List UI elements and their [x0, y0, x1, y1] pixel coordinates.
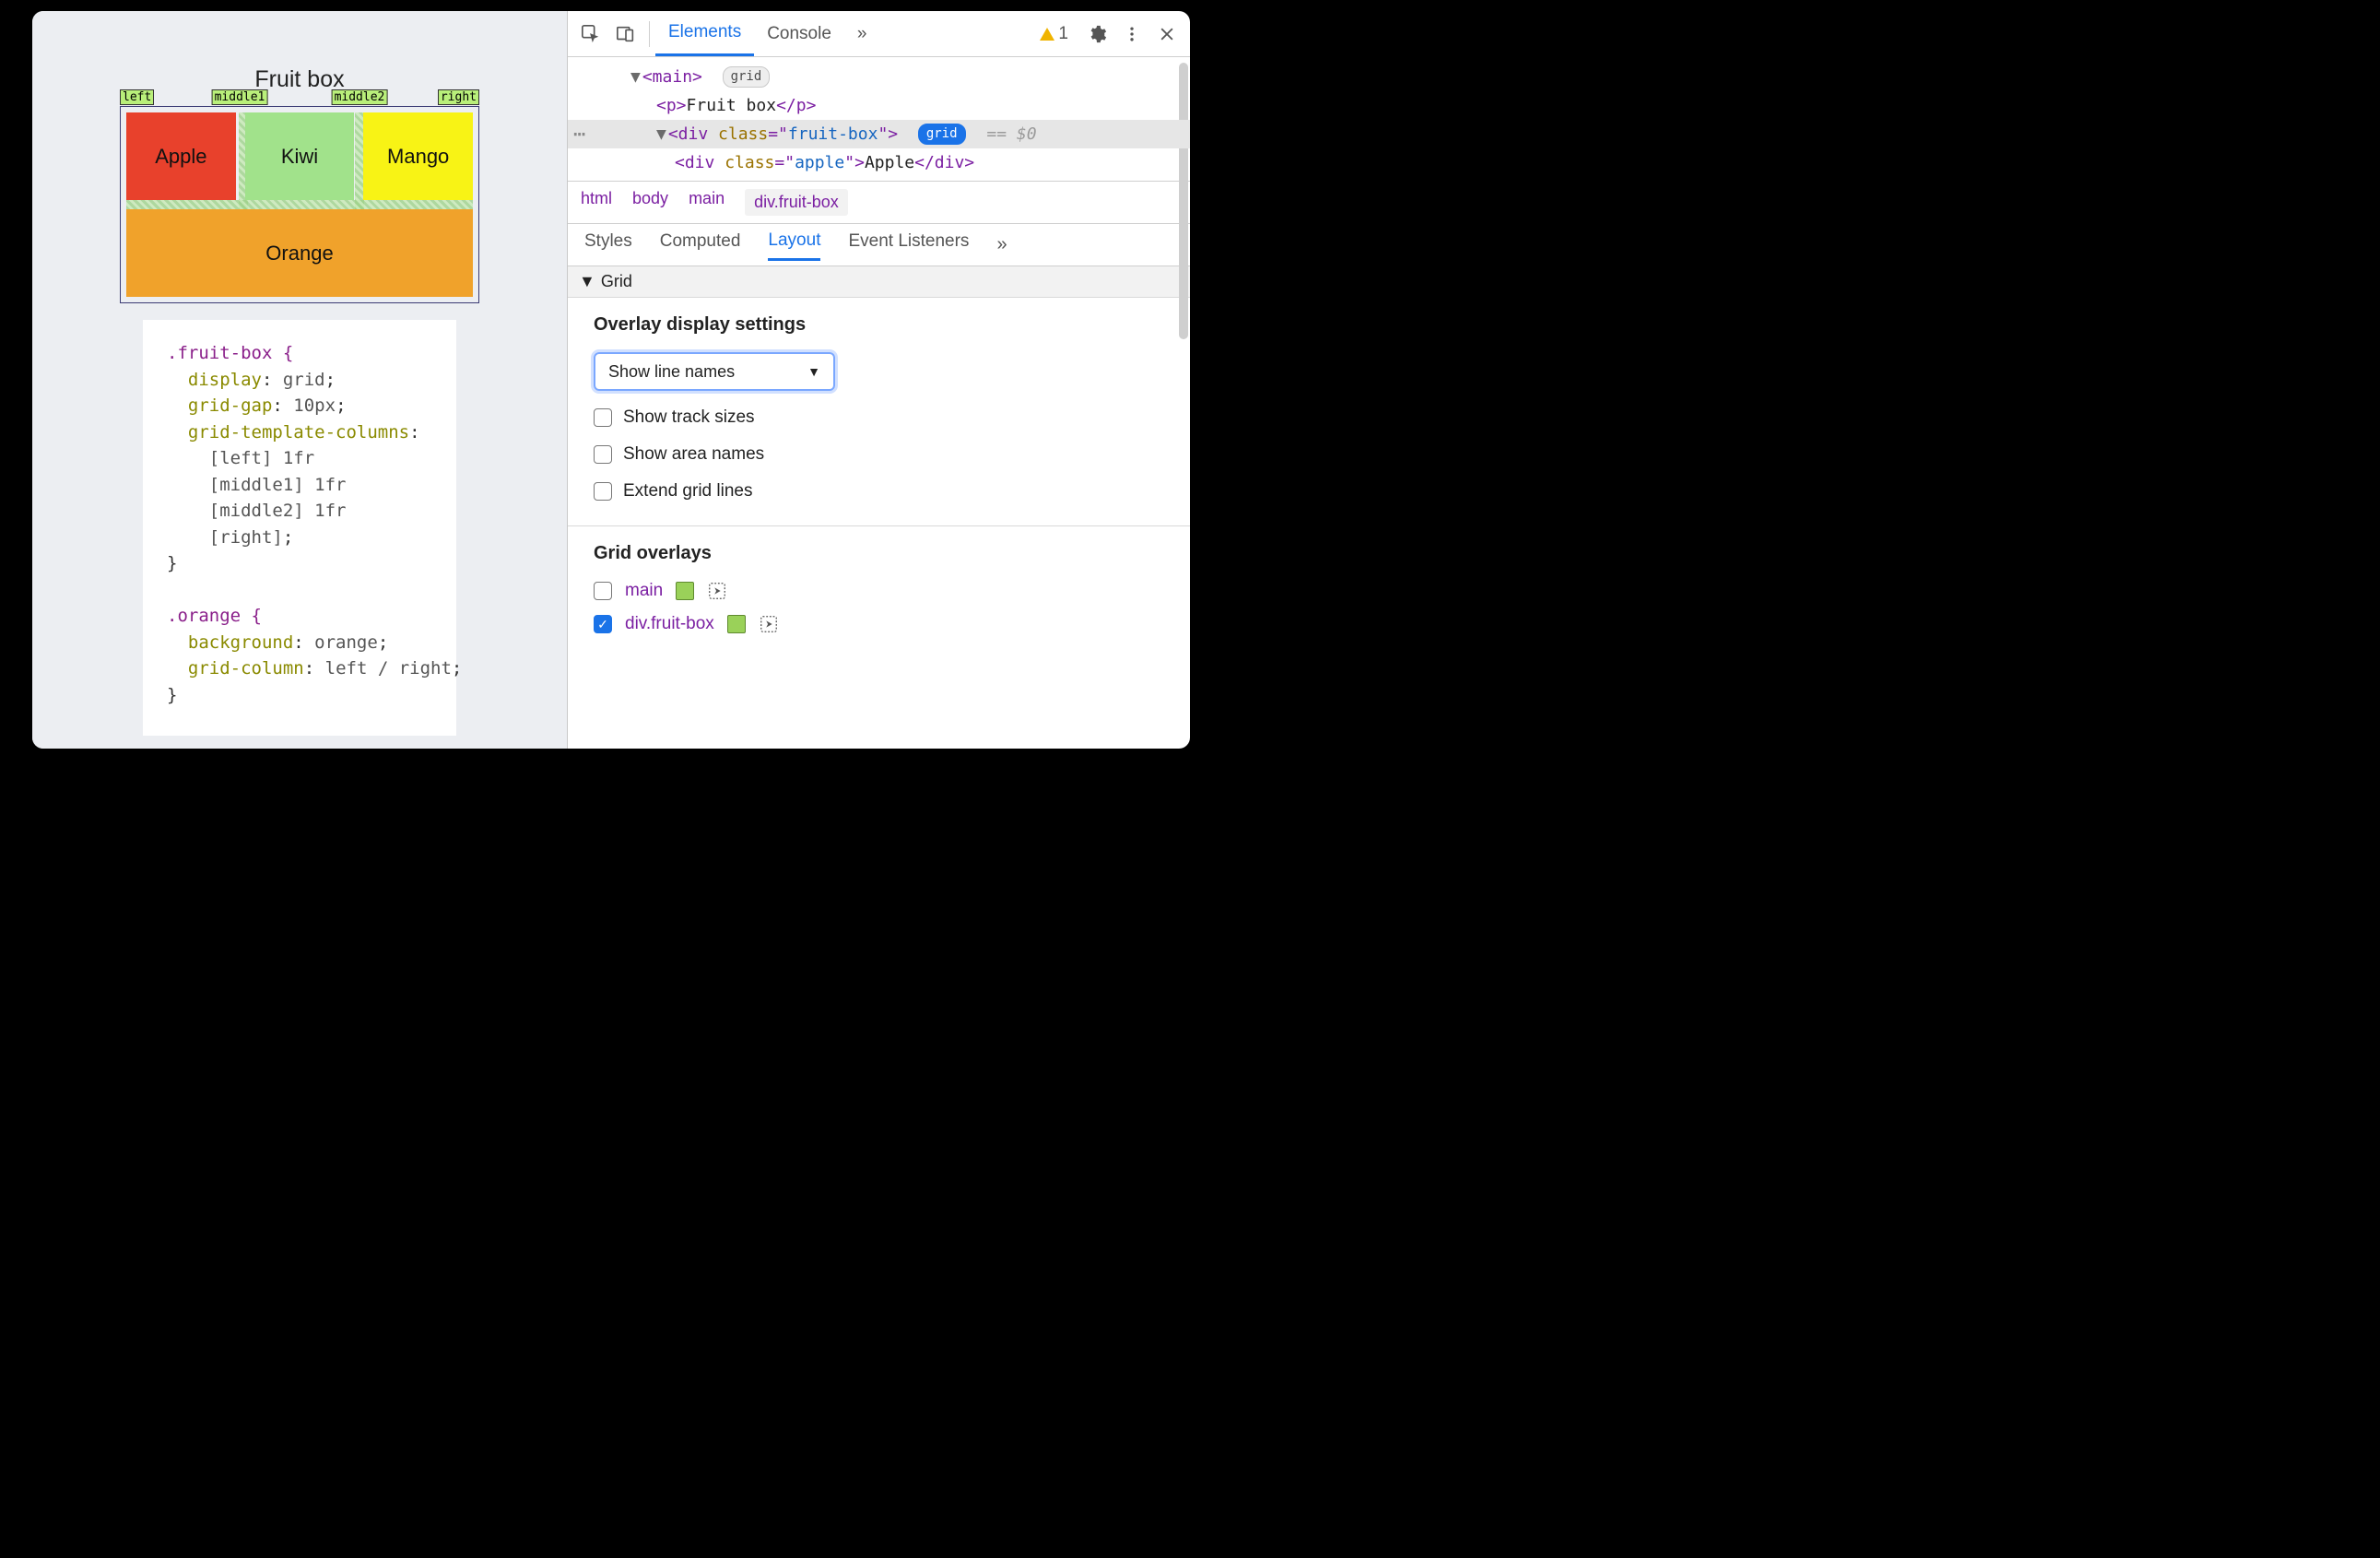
grid-line-names: left middle1 middle2 right [120, 89, 479, 106]
color-swatch[interactable] [727, 615, 746, 633]
checkbox-show-area-names[interactable]: Show area names [594, 444, 1164, 465]
page-preview: Fruit box left middle1 middle2 right App… [32, 11, 567, 749]
styles-subtabs: Styles Computed Layout Event Listeners » [568, 224, 1190, 266]
subtab-computed[interactable]: Computed [660, 231, 741, 259]
checkbox-label: Show area names [623, 444, 764, 465]
section-grid-header[interactable]: ▼ Grid [568, 266, 1190, 298]
line-name-left: left [120, 89, 154, 105]
overlay-display-settings: Overlay display settings Show line names… [568, 298, 1190, 526]
crumb-body[interactable]: body [632, 189, 668, 216]
overlay-checkbox-main[interactable] [594, 582, 612, 600]
grid-badge-active[interactable]: grid [918, 124, 966, 145]
warnings-badge[interactable]: 1 [1040, 24, 1068, 44]
overlay-checkbox-fruitbox[interactable]: ✓ [594, 615, 612, 633]
warning-icon [1040, 28, 1055, 41]
subtab-event-listeners[interactable]: Event Listeners [848, 231, 969, 259]
crumb-main[interactable]: main [689, 189, 725, 216]
checkbox-icon [594, 445, 612, 464]
disclosure-triangle-icon[interactable]: ▼ [656, 124, 666, 144]
subtab-more[interactable]: » [996, 234, 1007, 255]
overlay-row-fruitbox: ✓ div.fruit-box [594, 614, 1164, 634]
crumb-html[interactable]: html [581, 189, 612, 216]
ellipsis-icon[interactable]: ⋯ [573, 119, 587, 149]
tab-more[interactable]: » [844, 11, 880, 56]
grid-overlays-heading: Grid overlays [594, 543, 1164, 564]
subtab-styles[interactable]: Styles [584, 231, 632, 259]
tab-elements[interactable]: Elements [655, 11, 754, 56]
dom-node-fruitbox[interactable]: ⋯ ▼<div class="fruit-box"> grid [568, 120, 1190, 148]
overlay-settings-heading: Overlay display settings [594, 314, 1164, 336]
device-toolbar-icon[interactable] [608, 17, 643, 52]
line-names-select[interactable]: Show line names ▼ [594, 352, 835, 391]
inspect-element-icon[interactable] [573, 17, 608, 52]
dom-node-p[interactable]: <p>Fruit box</p> [568, 91, 1190, 120]
reveal-element-icon[interactable] [759, 614, 779, 634]
close-devtools-icon[interactable] [1149, 17, 1184, 52]
crumb-fruitbox[interactable]: div.fruit-box [745, 189, 848, 216]
select-value: Show line names [608, 362, 735, 382]
subtab-layout[interactable]: Layout [768, 230, 820, 261]
color-swatch[interactable] [676, 582, 694, 600]
cell-mango: Mango [363, 112, 473, 200]
checkbox-icon [594, 482, 612, 501]
checkbox-label: Extend grid lines [623, 481, 752, 502]
line-name-middle2: middle2 [332, 89, 388, 105]
overlay-name-fruitbox[interactable]: div.fruit-box [625, 614, 714, 634]
devtools-panel: Elements Console » 1 ▼<main> grid [567, 11, 1190, 749]
line-name-middle1: middle1 [212, 89, 268, 105]
grid-overlay-border: Apple Kiwi Mango Orange [120, 106, 479, 303]
grid-gap-overlay [126, 200, 473, 209]
dom-node-main[interactable]: ▼<main> grid [568, 63, 1190, 91]
disclosure-triangle-icon[interactable]: ▼ [579, 272, 595, 291]
section-grid-label: Grid [601, 272, 632, 291]
cell-kiwi: Kiwi [245, 112, 355, 200]
line-name-right: right [438, 89, 479, 105]
checkbox-extend-grid-lines[interactable]: Extend grid lines [594, 481, 1164, 502]
fruit-box-grid: Apple Kiwi Mango Orange [126, 112, 473, 297]
overlay-row-main: main [594, 581, 1164, 601]
cell-apple: Apple [126, 112, 236, 200]
tab-console[interactable]: Console [754, 11, 844, 56]
disclosure-triangle-icon[interactable]: ▼ [630, 67, 641, 87]
overlay-name-main[interactable]: main [625, 581, 663, 601]
checkbox-show-track-sizes[interactable]: Show track sizes [594, 407, 1164, 428]
checkbox-label: Show track sizes [623, 407, 755, 428]
reveal-element-icon[interactable] [707, 581, 727, 601]
cell-orange: Orange [126, 209, 473, 297]
chevron-down-icon: ▼ [807, 364, 820, 379]
app-window: Fruit box left middle1 middle2 right App… [32, 11, 1190, 749]
dom-node-apple[interactable]: <div class="apple">Apple</div> [568, 148, 1190, 177]
devtools-tabbar: Elements Console » 1 [568, 11, 1190, 57]
dom-tree[interactable]: ▼<main> grid <p>Fruit box</p> ⋯ ▼<div cl… [568, 57, 1190, 182]
settings-gear-icon[interactable] [1079, 17, 1114, 52]
layout-panel: ▼ Grid Overlay display settings Show lin… [568, 266, 1190, 749]
css-code-display: .fruit-box { display: grid; grid-gap: 10… [143, 320, 456, 736]
checkbox-icon [594, 408, 612, 427]
grid-overlays-section: Grid overlays main ✓ div.fruit-box [568, 526, 1190, 658]
grid-badge[interactable]: grid [723, 66, 771, 88]
grid-container: left middle1 middle2 right Apple Kiwi Ma… [120, 106, 479, 303]
kebab-menu-icon[interactable] [1114, 17, 1149, 52]
warning-count: 1 [1058, 24, 1068, 44]
dom-breadcrumb: html body main div.fruit-box [568, 182, 1190, 224]
